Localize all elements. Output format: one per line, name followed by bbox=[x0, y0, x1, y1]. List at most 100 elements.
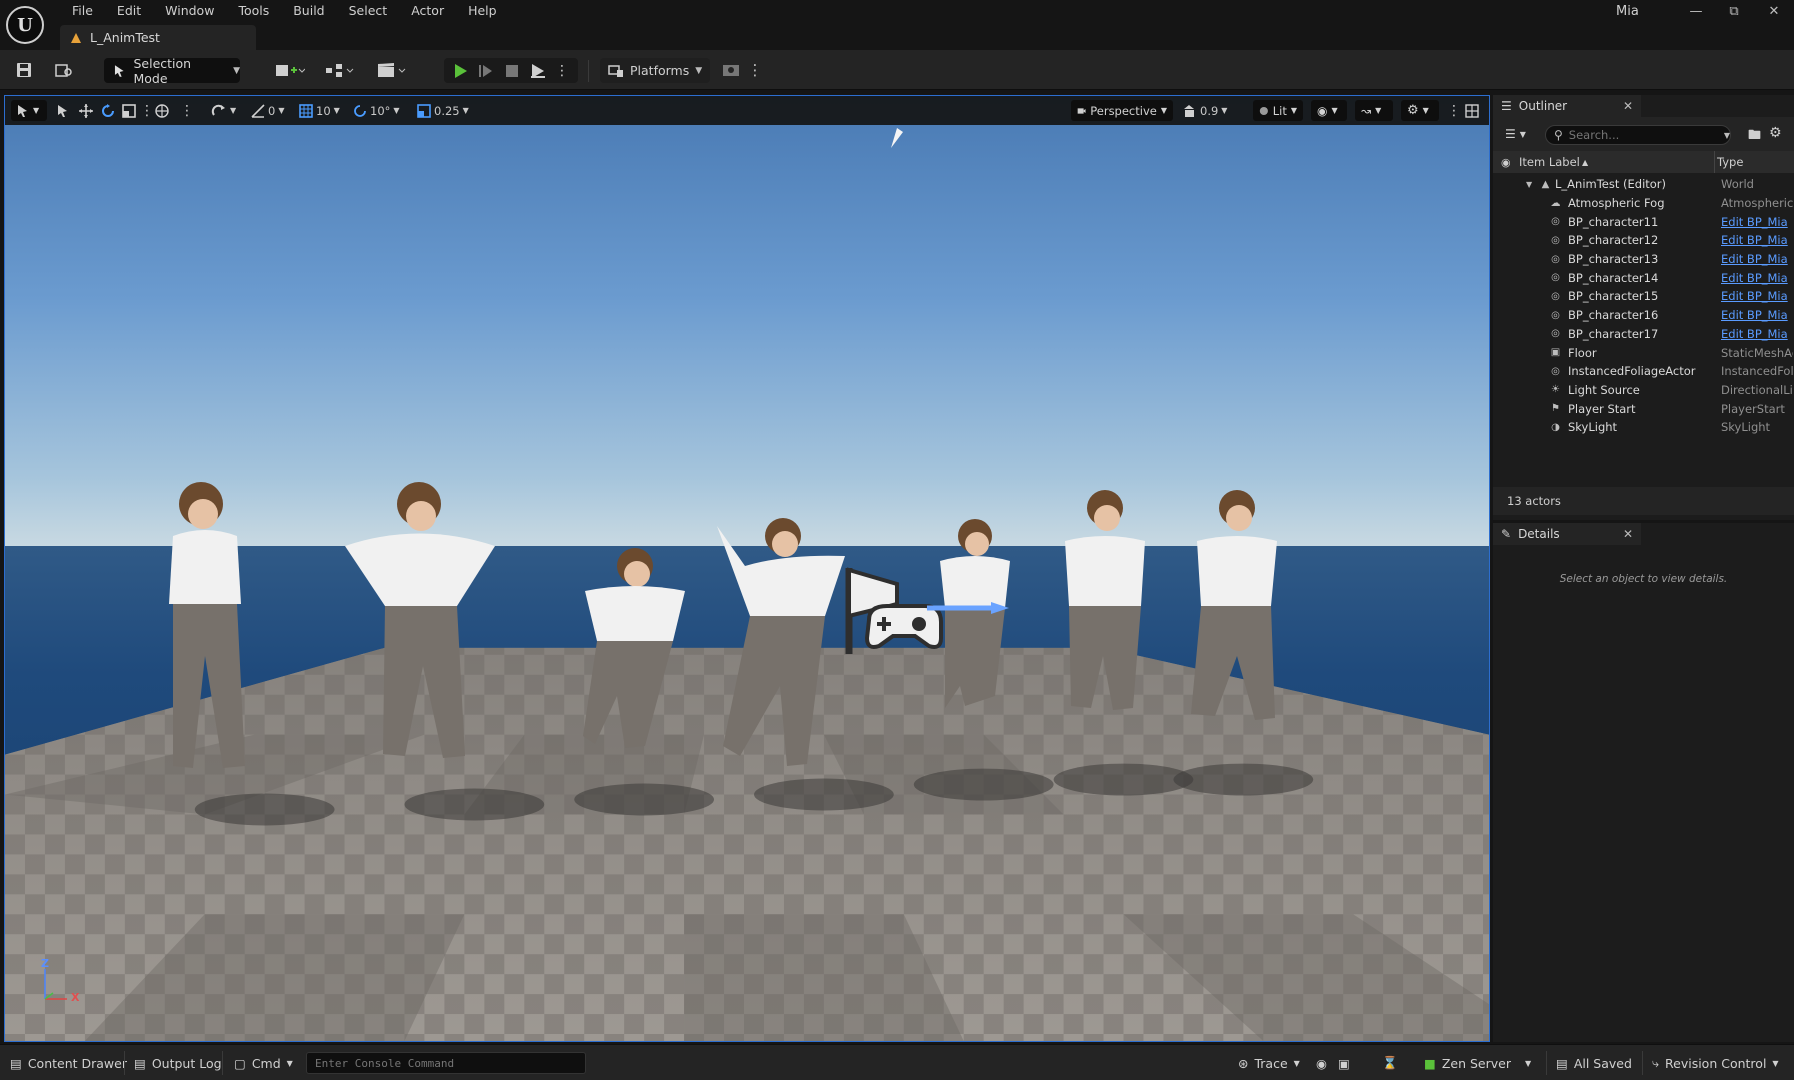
all-saved-button[interactable]: ▤ All Saved bbox=[1556, 1054, 1632, 1072]
more-options-icon[interactable]: ⋮ bbox=[744, 60, 766, 80]
outliner-tab[interactable]: ☰ Outliner ✕ bbox=[1493, 95, 1641, 117]
perspective-dropdown[interactable]: Perspective ▼ bbox=[1071, 100, 1173, 121]
viewport-settings-dropdown[interactable]: ⚙ ▼ bbox=[1401, 100, 1439, 121]
edit-blueprint-link[interactable]: Edit BP_Mia bbox=[1721, 215, 1793, 229]
scale-snap[interactable]: 0.25 ▼ bbox=[417, 101, 469, 120]
more-icon[interactable]: ⋮ bbox=[140, 101, 154, 120]
outliner-row-label: Floor bbox=[1568, 345, 1597, 360]
play-options-icon[interactable]: ⋮ bbox=[552, 61, 572, 80]
cinematics-icon[interactable] bbox=[374, 60, 410, 80]
expand-arrow-icon[interactable]: ▼ bbox=[1526, 180, 1532, 189]
outliner-row[interactable]: ◎ BP_character16 Edit BP_Mia bbox=[1493, 306, 1794, 325]
content-drawer-button[interactable]: ▤ Content Drawer bbox=[10, 1054, 127, 1072]
step-icon[interactable] bbox=[476, 61, 496, 80]
outliner-row[interactable]: ☁ Atmospheric Fog AtmosphericFog bbox=[1493, 194, 1794, 213]
outliner-row[interactable]: ▼ ▲ L_AnimTest (Editor) World bbox=[1493, 175, 1794, 194]
translate-tool-icon[interactable] bbox=[79, 101, 93, 120]
more-icon[interactable]: ⋮ bbox=[180, 101, 194, 120]
level-viewport[interactable]: ▼ ⋮ ⋮ ▼ 0 ▼ 10 ▼ 10° ▼ 0.25 ▼ Perspectiv… bbox=[4, 95, 1490, 1042]
menu-file[interactable]: File bbox=[60, 2, 105, 20]
outliner-row[interactable]: ◎ BP_character11 Edit BP_Mia bbox=[1493, 212, 1794, 231]
console-input[interactable] bbox=[307, 1053, 585, 1073]
launch-icon[interactable] bbox=[528, 61, 548, 80]
menu-window[interactable]: Window bbox=[153, 2, 226, 20]
gear-icon[interactable]: ⚙ bbox=[1769, 125, 1782, 141]
player-start-gizmo[interactable] bbox=[845, 566, 1015, 662]
play-icon[interactable] bbox=[450, 61, 470, 80]
outliner-row[interactable]: ◎ BP_character12 Edit BP_Mia bbox=[1493, 231, 1794, 250]
derived-data-icon[interactable]: ⌛ bbox=[1382, 1054, 1398, 1072]
close-icon[interactable]: ✕ bbox=[1623, 527, 1633, 541]
menu-actor[interactable]: Actor bbox=[399, 2, 456, 20]
item-label-column[interactable]: Item Label bbox=[1519, 155, 1580, 169]
edit-blueprint-link[interactable]: Edit BP_Mia bbox=[1721, 252, 1793, 266]
user-name[interactable]: Mia bbox=[1616, 4, 1639, 19]
menu-select[interactable]: Select bbox=[337, 2, 400, 20]
close-window-icon[interactable]: ✕ bbox=[1754, 0, 1794, 22]
light-source-gizmo[interactable] bbox=[889, 126, 905, 150]
type-column[interactable]: Type bbox=[1717, 155, 1743, 169]
surface-snap-toggle[interactable]: ▼ bbox=[211, 101, 236, 120]
filter-dropdown[interactable]: ☰ ▼ bbox=[1505, 127, 1526, 143]
viewport-options-menu[interactable]: ▼ bbox=[11, 100, 47, 121]
level-document-tab[interactable]: L_AnimTest bbox=[60, 25, 256, 50]
outliner-row[interactable]: ⚑ Player Start PlayerStart bbox=[1493, 399, 1794, 418]
close-icon[interactable]: ✕ bbox=[1623, 99, 1633, 113]
unreal-logo-icon[interactable]: U bbox=[6, 6, 44, 44]
rotate-tool-icon[interactable] bbox=[101, 101, 115, 120]
record-icon[interactable]: ◉ bbox=[1316, 1054, 1327, 1072]
save-icon[interactable] bbox=[13, 60, 35, 80]
browse-icon[interactable] bbox=[53, 60, 75, 80]
edit-blueprint-link[interactable]: Edit BP_Mia bbox=[1721, 271, 1793, 285]
menu-tools[interactable]: Tools bbox=[226, 2, 281, 20]
select-tool-icon[interactable] bbox=[57, 101, 69, 120]
play-controls: ⋮ bbox=[444, 58, 578, 83]
outliner-row[interactable]: ◎ BP_character13 Edit BP_Mia bbox=[1493, 250, 1794, 269]
outliner-row[interactable]: ◎ BP_character14 Edit BP_Mia bbox=[1493, 268, 1794, 287]
rotate-snap-angle[interactable]: 0 ▼ bbox=[251, 101, 284, 120]
outliner-row[interactable]: ◎ InstancedFoliageActor InstancedFoliageAc… bbox=[1493, 362, 1794, 381]
menu-edit[interactable]: Edit bbox=[105, 2, 153, 20]
outliner-row[interactable]: ☀ Light Source DirectionalLight bbox=[1493, 381, 1794, 400]
rotation-snap[interactable]: 10° ▼ bbox=[353, 101, 400, 120]
output-log-button[interactable]: ▤ Output Log bbox=[134, 1054, 222, 1072]
trace-dropdown[interactable]: ⊛ Trace ▼ bbox=[1238, 1054, 1300, 1072]
realtime-dropdown[interactable]: ↝ ▼ bbox=[1355, 100, 1393, 121]
outliner-row[interactable]: ◑ SkyLight SkyLight bbox=[1493, 418, 1794, 437]
blueprint-icon[interactable] bbox=[322, 60, 358, 80]
restore-icon[interactable]: ⧉ bbox=[1714, 0, 1754, 22]
add-folder-icon[interactable]: 🖿 bbox=[1748, 126, 1761, 148]
zen-server-dropdown[interactable]: ■ Zen Server ▼ bbox=[1424, 1054, 1531, 1072]
edit-blueprint-link[interactable]: Edit BP_Mia bbox=[1721, 327, 1793, 341]
menu-help[interactable]: Help bbox=[456, 2, 509, 20]
settings-panel-icon[interactable] bbox=[720, 60, 742, 80]
revision-control-dropdown[interactable]: ⤷ Revision Control ▼ bbox=[1652, 1054, 1779, 1072]
edit-blueprint-link[interactable]: Edit BP_Mia bbox=[1721, 289, 1793, 303]
world-space-icon[interactable] bbox=[155, 101, 169, 120]
cmd-dropdown[interactable]: ▢ Cmd ▼ bbox=[234, 1054, 293, 1072]
screenshot-icon[interactable]: ▣ bbox=[1338, 1054, 1350, 1072]
edit-blueprint-link[interactable]: Edit BP_Mia bbox=[1721, 233, 1793, 247]
grid-snap[interactable]: 10 ▼ bbox=[299, 101, 340, 120]
camera-speed[interactable]: 0.9 ▼ bbox=[1183, 101, 1227, 120]
add-actor-icon[interactable] bbox=[272, 60, 308, 80]
more-icon[interactable]: ⋮ bbox=[1447, 101, 1461, 120]
chevron-down-icon[interactable]: ▼ bbox=[1724, 131, 1730, 140]
selection-mode-dropdown[interactable]: Selection Mode ▼ bbox=[104, 56, 240, 86]
menu-build[interactable]: Build bbox=[281, 2, 336, 20]
visibility-column-icon[interactable]: ◉ bbox=[1501, 156, 1511, 169]
outliner-search-input[interactable] bbox=[1568, 128, 1718, 142]
lighting-mode-dropdown[interactable]: Lit ▼ bbox=[1253, 100, 1303, 121]
outliner-row[interactable]: ◎ BP_character15 Edit BP_Mia bbox=[1493, 287, 1794, 306]
stop-icon[interactable] bbox=[502, 61, 522, 80]
show-flags-dropdown[interactable]: ◉ ▼ bbox=[1311, 100, 1347, 121]
outliner-row[interactable]: ▣ Floor StaticMeshActor bbox=[1493, 343, 1794, 362]
minimize-icon[interactable]: — bbox=[1676, 0, 1716, 22]
platforms-dropdown[interactable]: Platforms ▼ bbox=[600, 58, 710, 83]
column-divider[interactable] bbox=[1714, 151, 1715, 173]
details-tab[interactable]: ✎ Details ✕ bbox=[1493, 523, 1641, 545]
outliner-row[interactable]: ◎ BP_character17 Edit BP_Mia bbox=[1493, 325, 1794, 344]
edit-blueprint-link[interactable]: Edit BP_Mia bbox=[1721, 308, 1793, 322]
layout-icon[interactable] bbox=[1465, 101, 1479, 120]
scale-tool-icon[interactable] bbox=[122, 101, 136, 120]
